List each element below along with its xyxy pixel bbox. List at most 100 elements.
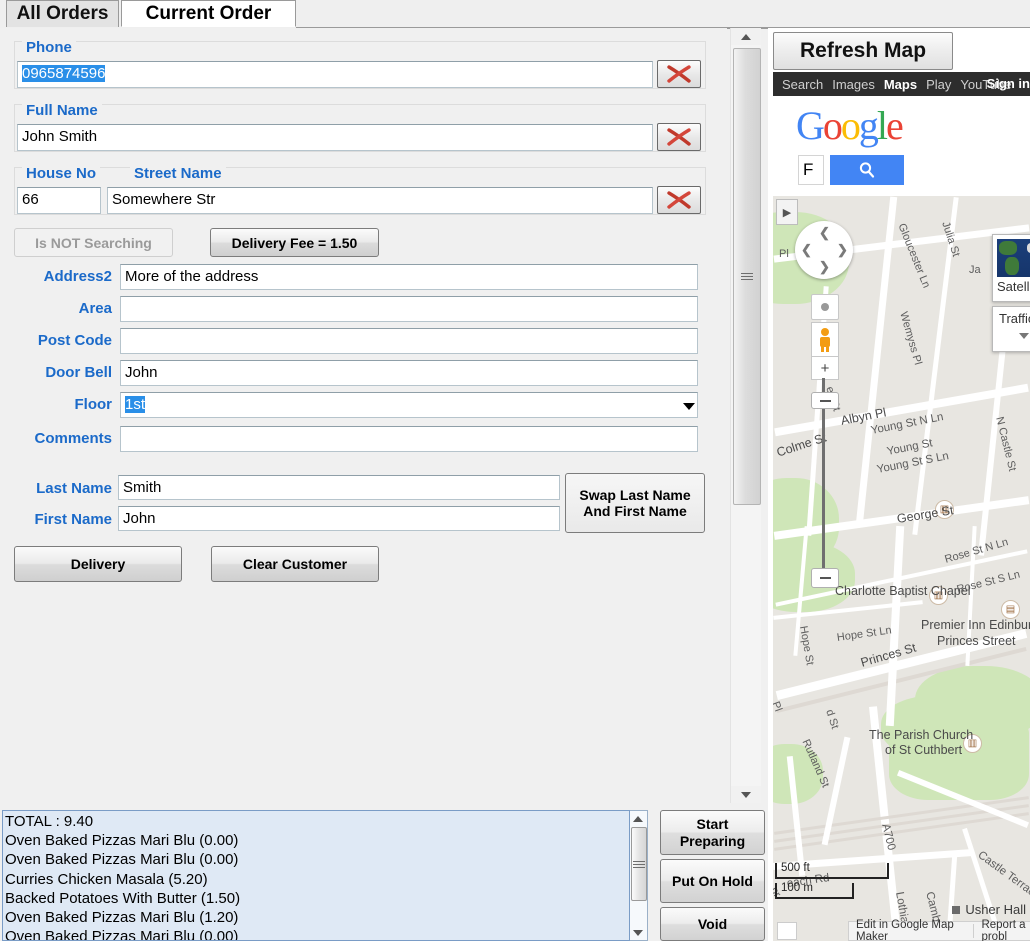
put-on-hold-button[interactable]: Put On Hold bbox=[660, 859, 765, 903]
pan-down-icon[interactable]: ❯ bbox=[819, 259, 830, 275]
house-no-input[interactable]: 66 bbox=[17, 187, 101, 214]
list-item[interactable]: Oven Baked Pizzas Mari Blu (1.20) bbox=[5, 908, 627, 927]
google-nav-maps[interactable]: Maps bbox=[884, 77, 917, 92]
traffic-label: Traffic bbox=[999, 311, 1030, 326]
last-name-input[interactable]: Smith bbox=[118, 475, 560, 500]
report-problem-link[interactable]: Report a probl bbox=[974, 919, 1030, 941]
start-preparing-button[interactable]: Start Preparing bbox=[660, 810, 765, 855]
triangle-down-icon bbox=[741, 791, 751, 798]
google-logo-l: l bbox=[876, 103, 888, 148]
map-mini-button[interactable] bbox=[777, 922, 797, 940]
pan-up-icon[interactable]: ❮ bbox=[819, 225, 830, 241]
door-bell-input[interactable]: John bbox=[120, 360, 698, 386]
area-label: Area bbox=[78, 300, 112, 317]
map-pan-control[interactable]: ❮ ❯ ❮ ❯ bbox=[795, 221, 853, 279]
clear-full-name-button[interactable] bbox=[657, 123, 701, 151]
google-search-input[interactable]: F bbox=[798, 155, 824, 185]
grip-icon bbox=[633, 859, 645, 870]
phone-input[interactable]: 0965874596 bbox=[17, 61, 653, 88]
map-zoom-slider-thumb[interactable] bbox=[811, 392, 839, 409]
tab-all-orders[interactable]: All Orders bbox=[6, 0, 119, 27]
order-list-scrollbar[interactable] bbox=[630, 810, 648, 941]
clear-customer-button[interactable]: Clear Customer bbox=[211, 546, 379, 582]
address2-input[interactable]: More of the address bbox=[120, 264, 698, 290]
map-street-label: George St bbox=[895, 503, 955, 526]
google-logo: Google bbox=[796, 102, 904, 149]
google-map-canvas[interactable]: ▥ ▥ ▤ ▥ Gloucester Ln Julia St Pl Ja Wemyss … bbox=[773, 196, 1030, 941]
list-scroll-down-button[interactable] bbox=[630, 925, 646, 940]
pan-left-icon[interactable]: ❮ bbox=[801, 242, 812, 258]
edit-in-map-maker-link[interactable]: Edit in Google Map Maker bbox=[849, 919, 973, 941]
usher-hall-poi[interactable]: Usher Hall bbox=[952, 902, 1026, 917]
red-x-icon bbox=[667, 191, 691, 209]
map-street-label: Pl bbox=[779, 248, 789, 260]
google-nav-bar: Search Images Maps Play YouTube Sign in bbox=[773, 72, 1030, 96]
list-item[interactable]: Curries Chicken Masala (5.20) bbox=[5, 870, 627, 889]
clear-address-button[interactable] bbox=[657, 186, 701, 214]
tab-strip: All Orders Current Order bbox=[0, 0, 1030, 29]
traffic-layer-button[interactable]: Traffic bbox=[992, 306, 1030, 352]
post-code-input[interactable] bbox=[120, 328, 698, 354]
full-name-label: Full Name bbox=[22, 102, 102, 119]
map-footer-bar: Edit in Google Map Maker Report a probl bbox=[848, 919, 1030, 941]
void-button[interactable]: Void bbox=[660, 907, 765, 941]
form-panel-scrollbar[interactable] bbox=[730, 28, 761, 803]
comments-input[interactable] bbox=[120, 426, 698, 452]
google-search-button[interactable] bbox=[830, 155, 904, 185]
map-street-label: Wemyss Pl bbox=[897, 310, 924, 367]
map-scale-bar: 500 ft 100 m bbox=[775, 861, 900, 901]
delivery-button[interactable]: Delivery bbox=[14, 546, 182, 582]
poi-hotel-icon[interactable]: ▤ bbox=[1001, 600, 1020, 619]
map-center-button[interactable] bbox=[811, 294, 839, 320]
comments-label: Comments bbox=[34, 430, 112, 447]
address2-label: Address2 bbox=[43, 268, 112, 285]
list-item[interactable]: Backed Potatoes With Butter (1.50) bbox=[5, 889, 627, 908]
scroll-down-button[interactable] bbox=[731, 786, 761, 803]
map-zoom-out-button[interactable] bbox=[811, 568, 839, 588]
map-zoom-in-button[interactable]: + bbox=[811, 356, 839, 380]
list-item[interactable]: Oven Baked Pizzas Mari Blu (0.00) bbox=[5, 927, 627, 940]
list-scroll-up-button[interactable] bbox=[630, 811, 646, 826]
street-name-input[interactable]: Somewhere Str bbox=[107, 187, 653, 214]
google-nav-search[interactable]: Search bbox=[782, 77, 823, 92]
google-nav-play[interactable]: Play bbox=[926, 77, 951, 92]
red-x-icon bbox=[667, 128, 691, 146]
pan-right-icon[interactable]: ❯ bbox=[837, 242, 848, 258]
floor-combo-value: 1st bbox=[125, 396, 146, 413]
google-logo-o2: o bbox=[840, 103, 861, 148]
order-items-list[interactable]: TOTAL : 9.40 Oven Baked Pizzas Mari Blu … bbox=[2, 810, 630, 941]
satellite-layer-button[interactable]: Satellite bbox=[992, 234, 1030, 302]
refresh-map-button[interactable]: Refresh Map bbox=[773, 32, 953, 70]
map-street-label: Premier Inn Edinburgh bbox=[921, 618, 1030, 632]
scrollbar-thumb[interactable] bbox=[733, 48, 761, 505]
tab-current-order[interactable]: Current Order bbox=[121, 0, 296, 27]
scroll-up-button[interactable] bbox=[731, 28, 761, 45]
first-name-input[interactable]: John bbox=[118, 506, 560, 531]
search-status-button[interactable]: Is NOT Searching bbox=[14, 228, 173, 257]
full-name-input[interactable]: John Smith bbox=[17, 124, 653, 151]
google-logo-e: e bbox=[886, 103, 904, 148]
swap-names-button[interactable]: Swap Last Name And First Name bbox=[565, 473, 705, 533]
google-sign-in-link[interactable]: Sign in bbox=[987, 76, 1030, 91]
list-item[interactable]: Oven Baked Pizzas Mari Blu (0.00) bbox=[5, 850, 627, 869]
triangle-down-icon bbox=[633, 929, 643, 936]
map-panel-expander-button[interactable]: ▶ bbox=[776, 199, 798, 225]
last-name-label: Last Name bbox=[36, 480, 112, 497]
dot-icon bbox=[821, 303, 829, 311]
landmass bbox=[1005, 257, 1019, 275]
list-item[interactable]: Oven Baked Pizzas Mari Blu (0.00) bbox=[5, 831, 627, 850]
map-street-label: Charlotte Baptist Chapel bbox=[835, 584, 971, 598]
tab-current-order-label: Current Order bbox=[145, 2, 272, 24]
delivery-fee-button[interactable]: Delivery Fee = 1.50 bbox=[210, 228, 379, 257]
chevron-down-icon[interactable] bbox=[683, 403, 695, 410]
street-view-pegman[interactable] bbox=[811, 322, 839, 358]
chevron-down-icon[interactable] bbox=[1019, 333, 1029, 339]
map-street-label: A700 bbox=[879, 822, 898, 852]
area-input[interactable] bbox=[120, 296, 698, 322]
landmass bbox=[999, 241, 1017, 255]
floor-combo[interactable]: 1st bbox=[120, 392, 698, 418]
clear-phone-button[interactable] bbox=[657, 60, 701, 88]
google-nav-images[interactable]: Images bbox=[832, 77, 875, 92]
grip-icon bbox=[741, 271, 753, 282]
list-scrollbar-thumb[interactable] bbox=[631, 827, 647, 901]
